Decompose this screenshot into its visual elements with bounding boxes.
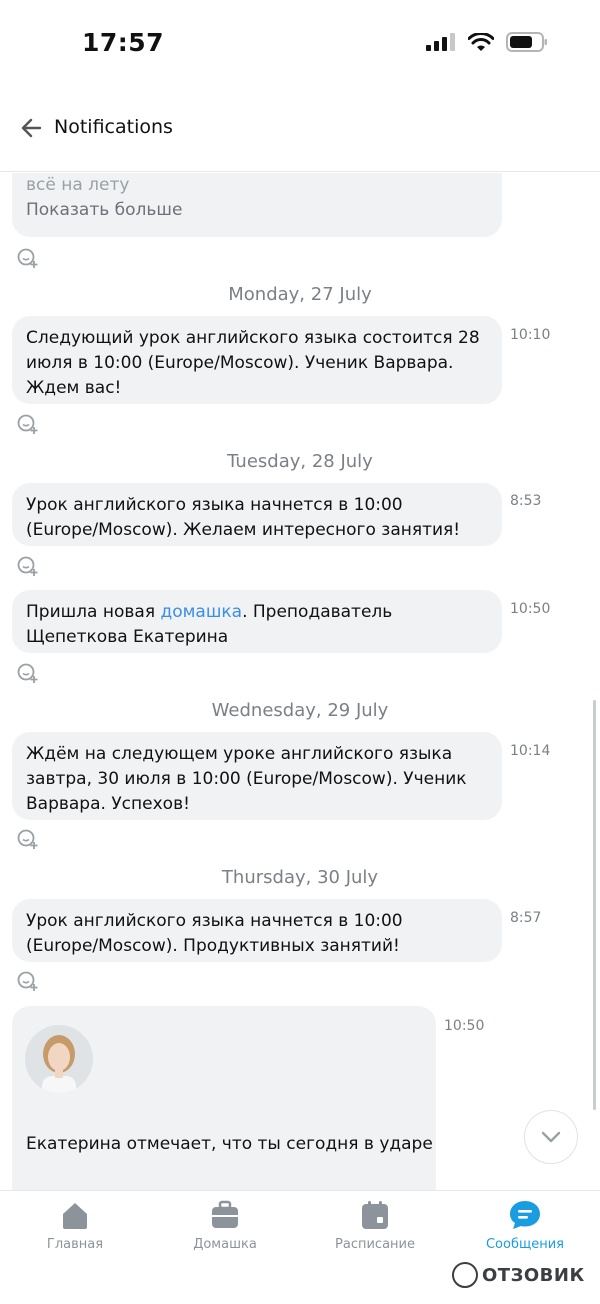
header: Notifications xyxy=(0,100,600,172)
date-separator: Monday, 27 July xyxy=(228,284,372,305)
message-text: Пришла новая xyxy=(26,602,161,622)
message-text: всё на лету xyxy=(26,175,130,195)
notification-bubble: Урок английского языка начнется в 10:00 … xyxy=(12,483,502,546)
nav-home-label: Главная xyxy=(46,1237,104,1252)
nav-schedule[interactable]: Расписание xyxy=(300,1199,450,1252)
show-more-link[interactable]: Показать больше xyxy=(26,198,488,223)
date-separator: Thursday, 30 July xyxy=(221,867,379,888)
notifications-feed[interactable]: всё на лету Показать больше Monday, 27 J… xyxy=(0,173,600,1190)
message-time: 10:14 xyxy=(510,743,551,759)
calendar-icon xyxy=(362,1201,388,1229)
message-time: 10:50 xyxy=(444,1018,485,1034)
date-separator: Tuesday, 28 July xyxy=(227,451,373,472)
watermark: ОТЗОВИК xyxy=(452,1262,585,1288)
status-time: 17:57 xyxy=(82,28,165,57)
message-text: Урок английского языка начнется в 10:00 … xyxy=(26,911,403,956)
nav-messages-label: Сообщения xyxy=(485,1237,564,1252)
watermark-text: ОТЗОВИК xyxy=(482,1264,585,1286)
briefcase-icon xyxy=(212,1200,238,1228)
message-text: Урок английского языка начнется в 10:00 … xyxy=(26,495,461,540)
add-reaction-icon[interactable] xyxy=(16,662,38,684)
nav-messages[interactable]: Сообщения xyxy=(450,1199,600,1252)
message-text: Ждём на следующем уроке английского язык… xyxy=(26,744,467,814)
add-reaction-icon[interactable] xyxy=(16,413,38,435)
add-reaction-icon[interactable] xyxy=(16,970,38,992)
message-text: Екатерина отмечает, что ты сегодня в уда… xyxy=(26,1134,433,1154)
add-reaction-icon[interactable] xyxy=(16,247,38,269)
watermark-logo-icon xyxy=(452,1262,478,1288)
message-text: Следующий урок английского языка состоит… xyxy=(26,328,480,398)
date-separator: Wednesday, 29 July xyxy=(211,700,389,721)
scrollbar[interactable] xyxy=(593,700,596,1110)
add-reaction-icon[interactable] xyxy=(16,828,38,850)
nav-schedule-label: Расписание xyxy=(335,1237,415,1252)
notification-bubble: Урок английского языка начнется в 10:00 … xyxy=(12,899,502,962)
wifi-icon xyxy=(468,32,494,51)
nav-homework-label: Домашка xyxy=(193,1237,257,1252)
chat-icon xyxy=(510,1201,540,1229)
notification-bubble: Пришла новая домашка. Преподаватель Щепе… xyxy=(12,590,502,653)
status-bar: 17:57 xyxy=(0,0,600,88)
chevron-down-icon xyxy=(541,1131,561,1143)
status-icons xyxy=(426,32,548,52)
teacher-avatar xyxy=(25,1025,93,1093)
page-title: Notifications xyxy=(54,116,173,138)
message-time: 10:50 xyxy=(510,601,551,617)
battery-icon xyxy=(506,32,547,52)
message-time: 8:57 xyxy=(510,910,542,926)
add-reaction-icon[interactable] xyxy=(16,555,38,577)
home-icon xyxy=(63,1203,87,1229)
notification-bubble: Следующий урок английского языка состоит… xyxy=(12,316,502,404)
back-arrow-icon[interactable] xyxy=(20,116,48,140)
notification-bubble: всё на лету Показать больше xyxy=(12,173,502,237)
nav-homework[interactable]: Домашка xyxy=(150,1199,300,1252)
homework-link[interactable]: домашка xyxy=(160,602,242,622)
notification-card: Екатерина отмечает, что ты сегодня в уда… xyxy=(12,1006,436,1190)
notification-bubble: Ждём на следующем уроке английского язык… xyxy=(12,732,502,820)
message-time: 8:53 xyxy=(510,493,542,509)
nav-home[interactable]: Главная xyxy=(0,1199,150,1252)
message-time: 10:10 xyxy=(510,327,551,343)
signal-icon xyxy=(426,33,455,51)
scroll-down-button[interactable] xyxy=(524,1110,578,1164)
